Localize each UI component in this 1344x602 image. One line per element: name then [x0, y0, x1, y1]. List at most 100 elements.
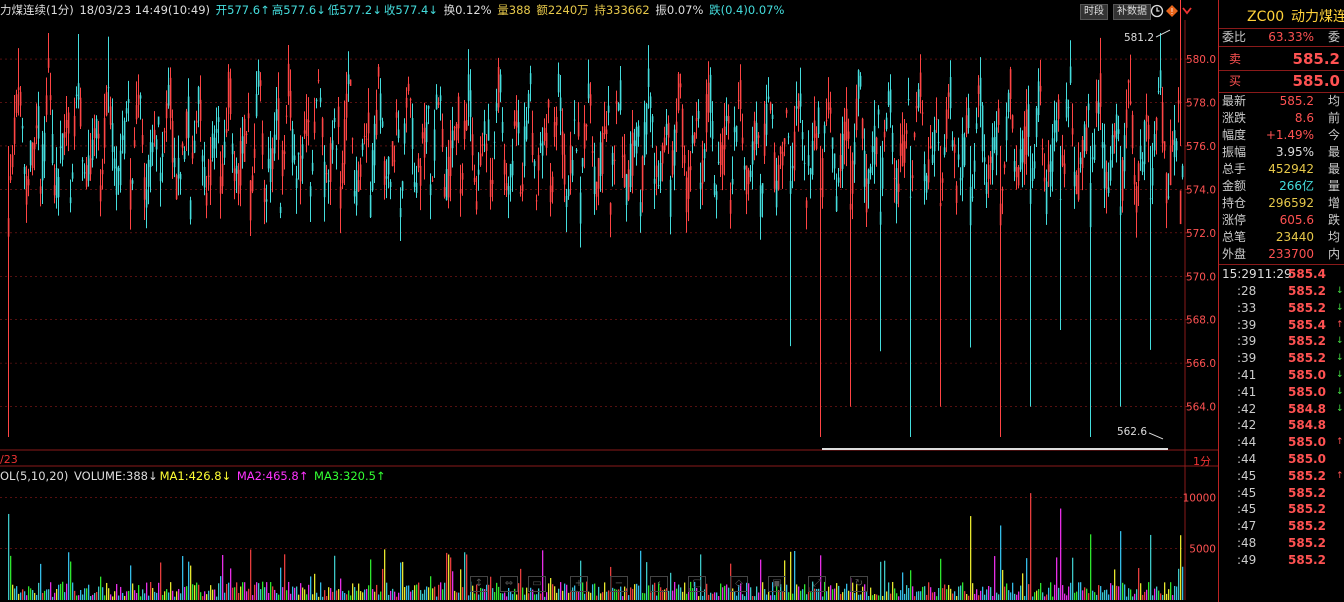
volume-bar — [878, 595, 880, 600]
tick-arrow: ↓ — [1336, 370, 1344, 380]
tick-row: :45 585.2 — [1219, 485, 1344, 502]
volume-bar — [876, 594, 878, 600]
zoom-out-icon[interactable]: − — [610, 576, 628, 592]
volume-bar — [974, 593, 976, 600]
volume-bar — [366, 588, 368, 600]
volume-bar — [188, 561, 190, 600]
volume-bar — [554, 586, 556, 600]
volume-bar — [764, 589, 766, 600]
volume-bar — [736, 595, 738, 600]
volume-bar — [468, 595, 470, 600]
expand-icon[interactable]: ⤢ — [808, 576, 826, 592]
volume-bar — [10, 555, 12, 600]
volume-bar — [598, 586, 600, 600]
volume-bar — [172, 590, 174, 600]
volume-bar — [80, 589, 82, 600]
volume-bar — [222, 555, 224, 600]
refresh-icon[interactable]: ↻ — [850, 576, 868, 592]
volume-bar — [560, 582, 562, 600]
settings-icon[interactable]: ◇ — [730, 576, 748, 592]
volume-bar — [392, 588, 394, 600]
stat-cut-label: 最 — [1328, 145, 1341, 159]
volume-bar — [882, 595, 884, 600]
volume-bar — [202, 596, 204, 600]
volume-bar — [1088, 593, 1090, 600]
volume-bar — [734, 590, 736, 600]
toolbar-icon-2[interactable]: ⇔ — [500, 576, 518, 592]
tick-arrow: ↓ — [1336, 302, 1344, 313]
tick-price: 585.2 — [1288, 300, 1326, 315]
volume-bar — [170, 582, 172, 600]
volume-bar — [142, 589, 144, 600]
volume-bar — [120, 586, 122, 600]
volume-bar — [1056, 557, 1058, 600]
zoom-in-icon[interactable]: + — [570, 576, 588, 592]
volume-bar — [1020, 585, 1022, 600]
tick-row: :48 585.2 — [1219, 535, 1344, 552]
volume-bar — [118, 595, 120, 600]
volume-bar — [278, 594, 280, 600]
back-icon[interactable]: ‹ — [650, 576, 668, 592]
volume-bar — [930, 587, 932, 600]
save-icon[interactable]: ▢ — [688, 576, 706, 592]
volume-bar — [248, 588, 250, 600]
volume-bar — [520, 568, 522, 600]
volume-bar — [1160, 593, 1162, 600]
volume-bar — [314, 573, 316, 600]
volume-bar — [182, 556, 184, 600]
volume-bar — [192, 584, 194, 600]
volume-bar — [176, 591, 178, 600]
volume-bar — [380, 591, 382, 600]
sell-row: 卖 585.2 — [1219, 48, 1344, 70]
volume-bar — [276, 593, 278, 600]
volume-bar — [842, 592, 844, 600]
volume-bar — [584, 593, 586, 600]
volume-bar — [126, 591, 128, 600]
volume-bar — [866, 592, 868, 600]
stat-cut-label: 今 — [1328, 128, 1341, 142]
volume-bar — [464, 552, 466, 600]
volume-bar — [632, 588, 634, 600]
volume-bar — [180, 593, 182, 600]
volume-bar — [668, 590, 670, 600]
volume-bar — [252, 595, 254, 600]
volume-bar — [496, 582, 498, 600]
volume-bar — [26, 595, 28, 600]
stat-label: 振幅 — [1222, 145, 1247, 159]
window-icon[interactable]: ▣ — [768, 576, 786, 592]
tick-header-price: 585.4 — [1288, 267, 1326, 281]
volume-bar — [268, 592, 270, 600]
tick-price: 585.0 — [1288, 452, 1326, 466]
volume-bar — [84, 588, 86, 600]
volume-bar — [992, 595, 994, 600]
volume-bar — [790, 551, 792, 600]
volume-bar — [446, 552, 448, 600]
chart-area[interactable]: 564.0 566.0 568.0 570.0 572.0 574.0 576.0 578.0… — [0, 0, 1219, 602]
volume-bar — [416, 584, 418, 600]
volume-bar — [920, 591, 922, 600]
volume-bar — [726, 584, 728, 600]
volume-bar — [1140, 583, 1142, 600]
stat-label: 持仓 — [1222, 196, 1247, 210]
sell-label: 卖 — [1229, 52, 1242, 66]
volume-bar — [500, 593, 502, 600]
volume-bar — [656, 595, 658, 600]
volume-bar — [404, 587, 406, 600]
volume-chart[interactable]: 5000 10000 — [0, 0, 1218, 602]
volume-info-bar: OL(5,10,20) VOLUME:388↓ MA1:426.8↓ MA2:46… — [0, 466, 388, 486]
volume-bar — [362, 592, 364, 600]
symbol-code: ZC00 — [1247, 9, 1285, 25]
stat-value: 452942 — [1268, 162, 1314, 176]
volume-bar — [822, 596, 824, 600]
volume-bar — [146, 582, 148, 600]
tick-price: 585.2 — [1288, 552, 1326, 567]
volume-bar — [390, 590, 392, 600]
toolbar-icon-1[interactable]: ↕ — [470, 576, 488, 592]
volume-bar — [250, 549, 252, 600]
toolbar-icon-3[interactable]: ▭ — [528, 576, 546, 592]
volume-bar — [68, 552, 70, 600]
ma2-value: MA2:465.8↑ — [236, 469, 309, 483]
volume-bar — [638, 585, 640, 600]
volume-bar — [682, 591, 684, 600]
volume-bar — [74, 590, 76, 600]
